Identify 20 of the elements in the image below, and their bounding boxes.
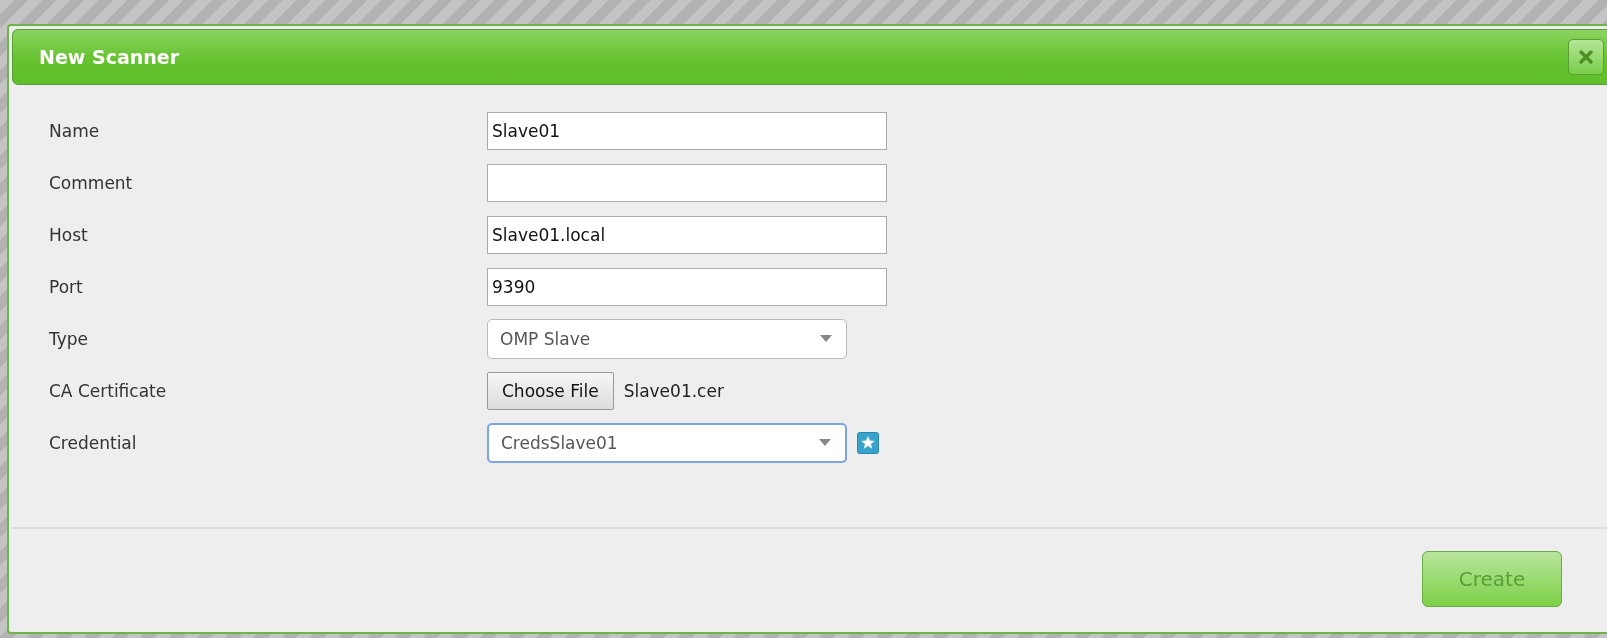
input-field[interactable]: Slave01.local [487,216,887,254]
field-label: Name [49,121,101,141]
choose-file-button[interactable]: Choose File [487,372,614,410]
dialog-title: New Scanner [39,46,181,68]
caret-icon [819,439,831,447]
field-label: Type [49,329,90,349]
field-label: Host [49,225,89,245]
caret-icon [820,335,832,343]
field-label: CA Certificate [49,381,168,401]
close-icon [1578,49,1594,65]
input-field[interactable] [487,164,887,202]
input-field[interactable]: 9390 [487,268,887,306]
file-name: Slave01.cer [623,381,724,401]
close-button[interactable] [1568,39,1604,75]
field-label: Comment [49,173,134,193]
dropdown[interactable]: CredsSlave01 [487,423,847,463]
field-label: Credential [49,433,138,453]
input-field[interactable]: Slave01 [487,112,887,150]
dropdown[interactable]: OMP Slave [487,319,847,359]
field-label: Port [49,277,84,297]
